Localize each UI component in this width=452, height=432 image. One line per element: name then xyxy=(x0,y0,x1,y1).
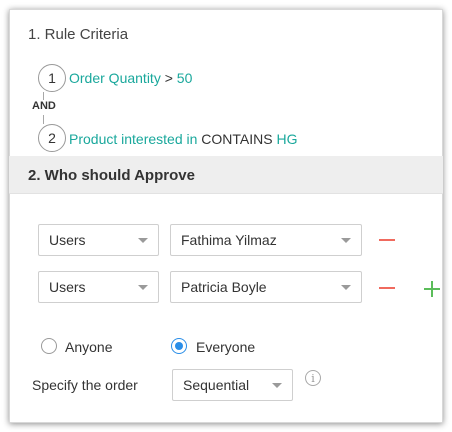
info-icon[interactable]: i xyxy=(305,370,321,386)
approver-1-type-value: Users xyxy=(49,232,86,248)
approver-2-type-value: Users xyxy=(49,279,86,295)
criterion-2[interactable]: Product interested in CONTAINS HG xyxy=(69,131,298,147)
anyone-radio[interactable] xyxy=(41,338,57,354)
chevron-down-icon xyxy=(138,285,148,290)
rule-criteria-title: 1. Rule Criteria xyxy=(28,26,129,43)
criteria-connector-and: AND xyxy=(31,100,57,112)
chevron-down-icon xyxy=(341,285,351,290)
chevron-down-icon xyxy=(138,238,148,243)
approver-2-name-value: Patricia Boyle xyxy=(181,279,267,295)
criterion-1-field: Order Quantity xyxy=(69,70,161,86)
criteria-connector-line xyxy=(43,115,44,124)
criterion-1-operator: > xyxy=(164,70,173,86)
everyone-radio-label: Everyone xyxy=(196,339,256,355)
criterion-1-value: 50 xyxy=(176,70,193,86)
add-approver-plus-icon[interactable] xyxy=(424,281,440,297)
criteria-connector-line xyxy=(43,92,44,100)
criterion-1-index: 1 xyxy=(38,64,66,92)
approver-2-name-select[interactable]: Patricia Boyle xyxy=(170,271,362,303)
approver-2-type-select[interactable]: Users xyxy=(38,271,159,303)
order-select-value: Sequential xyxy=(183,377,250,393)
anyone-radio-label: Anyone xyxy=(65,339,113,355)
chevron-down-icon xyxy=(272,383,282,388)
remove-approver-2-minus-icon[interactable] xyxy=(379,287,395,289)
approver-1-name-select[interactable]: Fathima Yilmaz xyxy=(170,224,362,256)
everyone-radio[interactable] xyxy=(171,338,187,354)
order-select[interactable]: Sequential xyxy=(172,369,293,401)
specify-order-label: Specify the order xyxy=(32,377,138,393)
approver-1-name-value: Fathima Yilmaz xyxy=(181,232,277,248)
criterion-2-index: 2 xyxy=(38,124,66,152)
remove-approver-1-minus-icon[interactable] xyxy=(379,239,395,241)
criterion-1[interactable]: Order Quantity > 50 xyxy=(69,70,192,86)
approver-1-type-select[interactable]: Users xyxy=(38,224,159,256)
criterion-2-value: HG xyxy=(276,131,298,147)
criterion-2-field: Product interested in xyxy=(69,131,198,147)
who-should-approve-header: 2. Who should Approve xyxy=(9,156,443,194)
chevron-down-icon xyxy=(341,238,351,243)
who-should-approve-title: 2. Who should Approve xyxy=(28,167,195,184)
criterion-2-operator: CONTAINS xyxy=(201,131,273,147)
